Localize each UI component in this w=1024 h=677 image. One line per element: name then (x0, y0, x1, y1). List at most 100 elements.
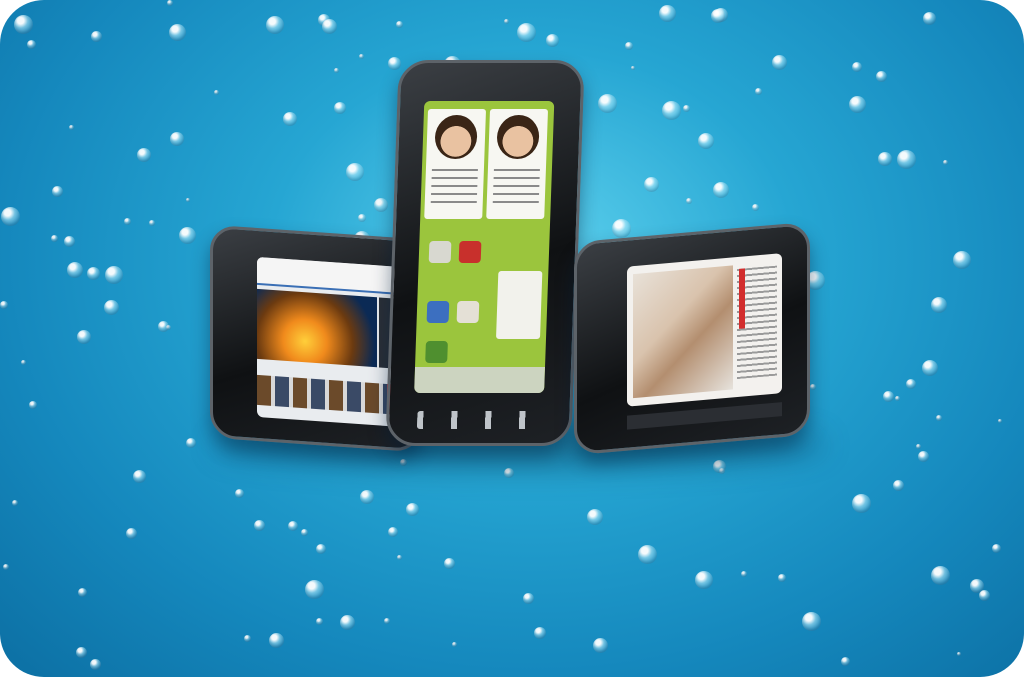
water-droplet (76, 647, 87, 658)
water-droplet (587, 509, 603, 525)
water-droplet (170, 132, 184, 146)
card-text-lines (492, 169, 540, 209)
water-droplet (334, 102, 346, 114)
phone-center-screen (414, 101, 555, 393)
water-droplet (998, 419, 1002, 423)
weather-widget (495, 271, 543, 339)
water-droplet (322, 19, 337, 34)
water-droplet (78, 588, 87, 597)
water-droplet (244, 635, 251, 642)
water-droplet (644, 177, 659, 192)
water-droplet (3, 564, 9, 570)
water-droplet (895, 396, 900, 401)
phone-center (385, 60, 585, 446)
water-droplet (923, 12, 936, 25)
water-droplet (316, 618, 323, 625)
water-droplet (593, 638, 608, 653)
card-text-lines (430, 169, 478, 209)
home-dock (414, 367, 546, 393)
water-droplet (943, 160, 948, 165)
water-droplet (598, 94, 617, 113)
water-droplet (755, 88, 762, 95)
water-droplet (91, 31, 102, 42)
water-droplet (340, 615, 355, 630)
water-droplet (713, 182, 729, 198)
water-droplet (992, 544, 1001, 553)
water-droplet (359, 54, 364, 59)
water-droplet (124, 218, 131, 225)
water-droplet (105, 266, 123, 284)
water-droplet (810, 384, 816, 390)
avatar (434, 115, 478, 159)
water-droplet (936, 415, 942, 421)
water-droplet (396, 21, 403, 28)
water-droplet (0, 301, 8, 309)
water-droplet (27, 40, 36, 49)
water-droplet (167, 0, 173, 6)
phone-right-toolbar (627, 402, 782, 430)
water-droplet (893, 480, 904, 491)
hardware-keys (416, 411, 538, 429)
water-droplet (802, 612, 821, 631)
water-droplet (517, 23, 536, 42)
water-droplet (698, 133, 714, 149)
water-droplet (876, 71, 887, 82)
water-droplet (659, 5, 676, 22)
water-droplet (69, 125, 74, 130)
water-droplet (752, 204, 759, 211)
water-droplet (397, 555, 402, 560)
magazine-photo (633, 265, 733, 399)
water-droplet (638, 545, 657, 564)
water-droplet (266, 16, 284, 34)
water-droplet (51, 235, 58, 242)
water-droplet (1, 207, 20, 226)
water-droplet (897, 150, 916, 169)
water-droplet (922, 360, 938, 376)
water-droplet (504, 19, 509, 24)
water-droplet (916, 444, 921, 449)
water-droplet (452, 642, 457, 647)
water-droplet (612, 219, 631, 238)
water-droplet (695, 571, 713, 589)
water-droplet (772, 55, 787, 70)
water-droplet (104, 300, 119, 315)
magazine-red-accent (739, 268, 745, 329)
water-droplet (546, 34, 559, 47)
water-droplet (14, 15, 33, 34)
water-droplet (301, 529, 308, 536)
water-droplet (534, 627, 546, 639)
water-droplet (852, 62, 862, 72)
water-droplet (931, 566, 950, 585)
phone-right-screen (627, 253, 782, 407)
water-droplet (625, 42, 633, 50)
water-droplet (90, 659, 101, 670)
water-droplet (662, 101, 681, 120)
water-droplet (388, 57, 401, 70)
water-droplet (186, 438, 196, 448)
water-droplet (305, 580, 324, 599)
water-droplet (12, 500, 18, 506)
water-droplet (970, 579, 984, 593)
water-droplet (631, 66, 635, 70)
app-icon (456, 301, 480, 323)
water-droplet (957, 652, 961, 656)
water-droplet (254, 520, 265, 531)
water-droplet (133, 470, 146, 483)
water-droplet (384, 618, 390, 624)
water-droplet (883, 391, 894, 402)
water-droplet (21, 360, 26, 365)
water-droplet (444, 558, 455, 569)
water-droplet (878, 152, 892, 166)
water-droplet (52, 186, 63, 197)
water-droplet (852, 494, 871, 513)
water-droplet (931, 297, 947, 313)
water-droplet (67, 262, 83, 278)
app-icon (428, 241, 452, 263)
water-droplet (849, 96, 866, 113)
water-droplet (686, 198, 692, 204)
water-droplet (288, 521, 298, 531)
water-droplet (346, 163, 364, 181)
water-droplet (126, 528, 137, 539)
water-droplet (841, 657, 850, 666)
water-droplet (149, 220, 155, 226)
